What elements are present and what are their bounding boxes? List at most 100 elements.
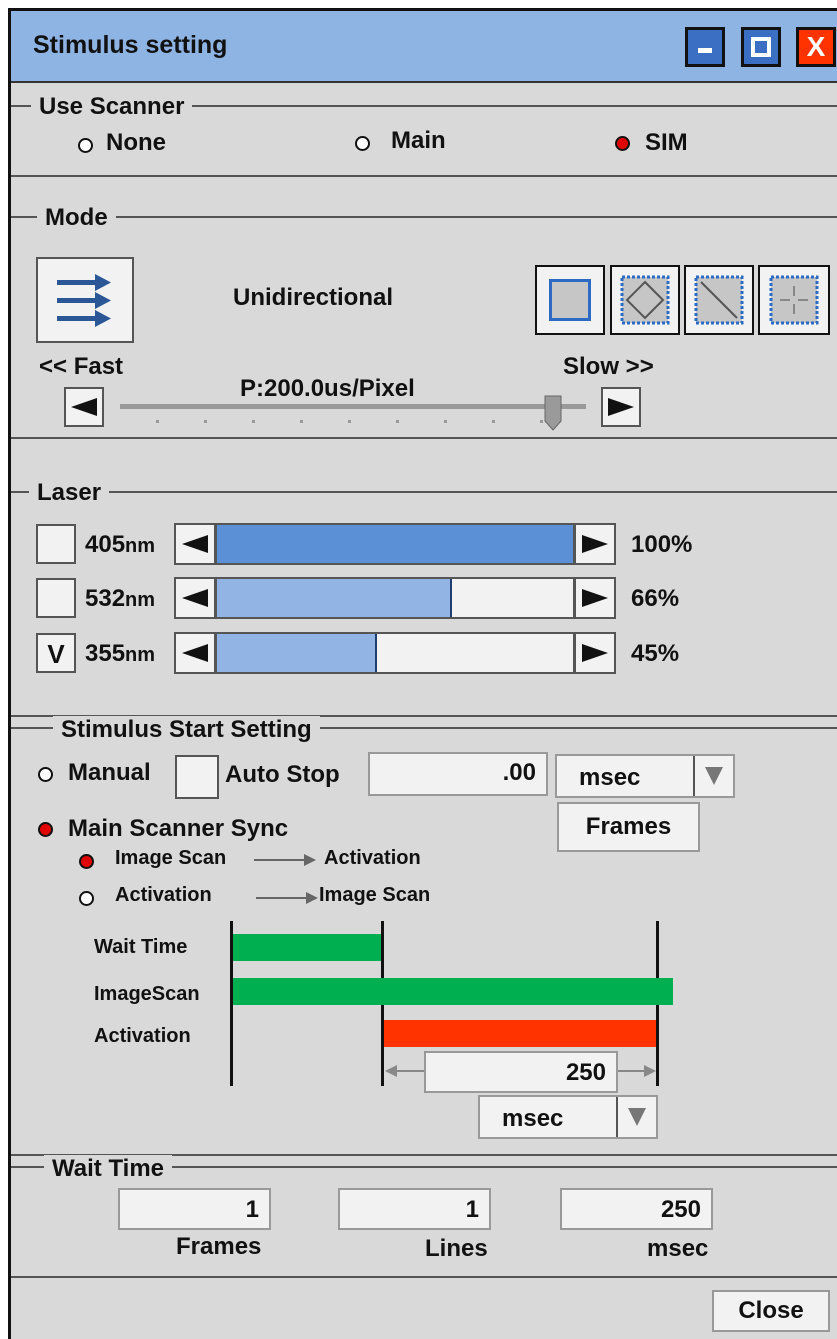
dropdown-arrow-icon — [705, 767, 723, 785]
roi-line-button[interactable] — [684, 265, 754, 335]
auto-stop-label: Auto Stop — [225, 761, 340, 788]
slider-tick — [156, 420, 159, 423]
laser-0-enable-checkbox[interactable] — [36, 524, 76, 564]
laser-0-power-percent: 100% — [631, 531, 693, 558]
window-title: Stimulus setting — [33, 31, 228, 59]
speed-slow-label: Slow >> — [563, 353, 654, 380]
activation-duration-input[interactable]: 250 — [424, 1051, 618, 1093]
speed-slider-thumb[interactable] — [544, 395, 562, 431]
rectangle-roi-icon — [549, 279, 591, 321]
wait-msec-label: msec — [647, 1235, 709, 1262]
slider-tick — [396, 420, 399, 423]
mode-frame-top — [11, 216, 837, 218]
section-divider — [11, 1276, 837, 1278]
laser-0-decrease-button[interactable] — [174, 523, 216, 565]
arrow-right-icon — [254, 854, 316, 866]
timeline-row-label: Activation — [94, 1025, 191, 1047]
activation-bar — [384, 1020, 656, 1047]
laser-0-power-bar[interactable] — [215, 523, 575, 565]
wait-frames-label: Frames — [176, 1233, 262, 1260]
speed-increase-button[interactable] — [601, 387, 641, 427]
laser-2-enable-checkbox[interactable]: V — [36, 633, 76, 673]
main-scanner-sync-label: Main Scanner Sync — [68, 815, 289, 842]
activation-duration-unit-select[interactable]: msec — [478, 1095, 658, 1139]
auto-stop-unit-dropdown[interactable] — [693, 756, 733, 796]
close-window-button[interactable]: X — [796, 27, 836, 67]
wait-time-bar — [233, 934, 381, 961]
scanner-main-radio[interactable] — [355, 136, 370, 151]
wait-lines-input[interactable]: 1 — [338, 1188, 491, 1230]
scanner-sim-label: SIM — [645, 129, 688, 156]
order-scan-then-activation-radio[interactable] — [79, 854, 94, 869]
title-bar: Stimulus setting X — [11, 11, 837, 83]
laser-1-power-fill — [217, 579, 452, 617]
laser-0-unit: nm — [125, 535, 156, 557]
roi-point-button[interactable] — [758, 265, 830, 335]
auto-stop-checkbox[interactable] — [175, 755, 219, 799]
laser-2-wavelength-label: 355nm — [85, 640, 155, 668]
auto-stop-value-input[interactable]: .00 — [368, 752, 548, 796]
laser-0-wavelength-label: 405nm — [85, 531, 155, 559]
roi-rotated-rectangle-button[interactable] — [610, 265, 680, 335]
wait-frames-input[interactable]: 1 — [118, 1188, 271, 1230]
laser-2-power-fill — [217, 634, 378, 672]
laser-1-increase-button[interactable] — [574, 577, 616, 619]
manual-radio[interactable] — [38, 767, 53, 782]
laser-2-power-percent: 45% — [631, 640, 680, 667]
wait-time-legend: Wait Time — [44, 1155, 173, 1183]
laser-2-decrease-button[interactable] — [174, 632, 216, 674]
laser-2-wavelength: 355 — [85, 640, 126, 667]
speed-decrease-button[interactable] — [64, 387, 104, 427]
order-activation-then-scan-radio[interactable] — [79, 891, 94, 906]
minimize-button[interactable] — [685, 27, 725, 67]
auto-stop-unit-value: msec — [579, 764, 641, 791]
wait-lines-label: Lines — [425, 1235, 488, 1262]
activation-duration-unit-value: msec — [502, 1105, 564, 1132]
laser-1-power-bar[interactable] — [215, 577, 575, 619]
laser-0-power-fill — [217, 525, 573, 563]
arrow-left-icon — [71, 398, 97, 416]
laser-legend: Laser — [29, 479, 110, 507]
order-1-from-label: Image Scan — [115, 847, 227, 869]
slider-tick — [252, 420, 255, 423]
laser-0-increase-button[interactable] — [574, 523, 616, 565]
maximize-icon — [751, 37, 771, 57]
laser-2-power-bar[interactable] — [215, 632, 575, 674]
activation-duration-unit-dropdown[interactable] — [616, 1097, 656, 1137]
image-scan-bar — [233, 978, 673, 1005]
arrow-right-icon — [582, 535, 608, 553]
laser-2-unit: nm — [125, 644, 156, 666]
mode-legend: Mode — [37, 204, 116, 232]
main-scanner-sync-radio[interactable] — [38, 822, 53, 837]
laser-2-increase-button[interactable] — [574, 632, 616, 674]
slider-tick — [444, 420, 447, 423]
laser-1-wavelength-label: 532nm — [85, 585, 155, 613]
laser-1-unit: nm — [125, 589, 156, 611]
point-roi-icon — [769, 275, 819, 325]
close-button[interactable]: Close — [712, 1290, 830, 1332]
auto-stop-unit-select[interactable]: msec — [555, 754, 735, 798]
slider-tick — [348, 420, 351, 423]
wait-msec-input[interactable]: 250 — [560, 1188, 713, 1230]
arrow-left-icon — [182, 644, 208, 662]
scan-direction-label: Unidirectional — [233, 284, 394, 311]
order-2-to-label: Image Scan — [319, 884, 431, 906]
slider-tick — [540, 420, 543, 423]
arrow-right-icon — [256, 892, 318, 904]
laser-1-decrease-button[interactable] — [174, 577, 216, 619]
arrow-right-icon — [608, 398, 634, 416]
unidirectional-arrows-icon — [57, 274, 111, 327]
scan-direction-button[interactable] — [36, 257, 134, 343]
close-icon: X — [806, 31, 826, 62]
minimize-icon — [698, 47, 712, 53]
laser-frame-top — [11, 491, 837, 493]
scanner-sim-radio[interactable] — [615, 136, 630, 151]
slider-tick — [492, 420, 495, 423]
maximize-button[interactable] — [741, 27, 781, 67]
speed-slider[interactable] — [120, 391, 586, 431]
laser-1-enable-checkbox[interactable] — [36, 578, 76, 618]
frames-button[interactable]: Frames — [557, 802, 700, 852]
line-roi-icon — [694, 275, 744, 325]
scanner-none-radio[interactable] — [78, 138, 93, 153]
roi-rectangle-button[interactable] — [535, 265, 605, 335]
